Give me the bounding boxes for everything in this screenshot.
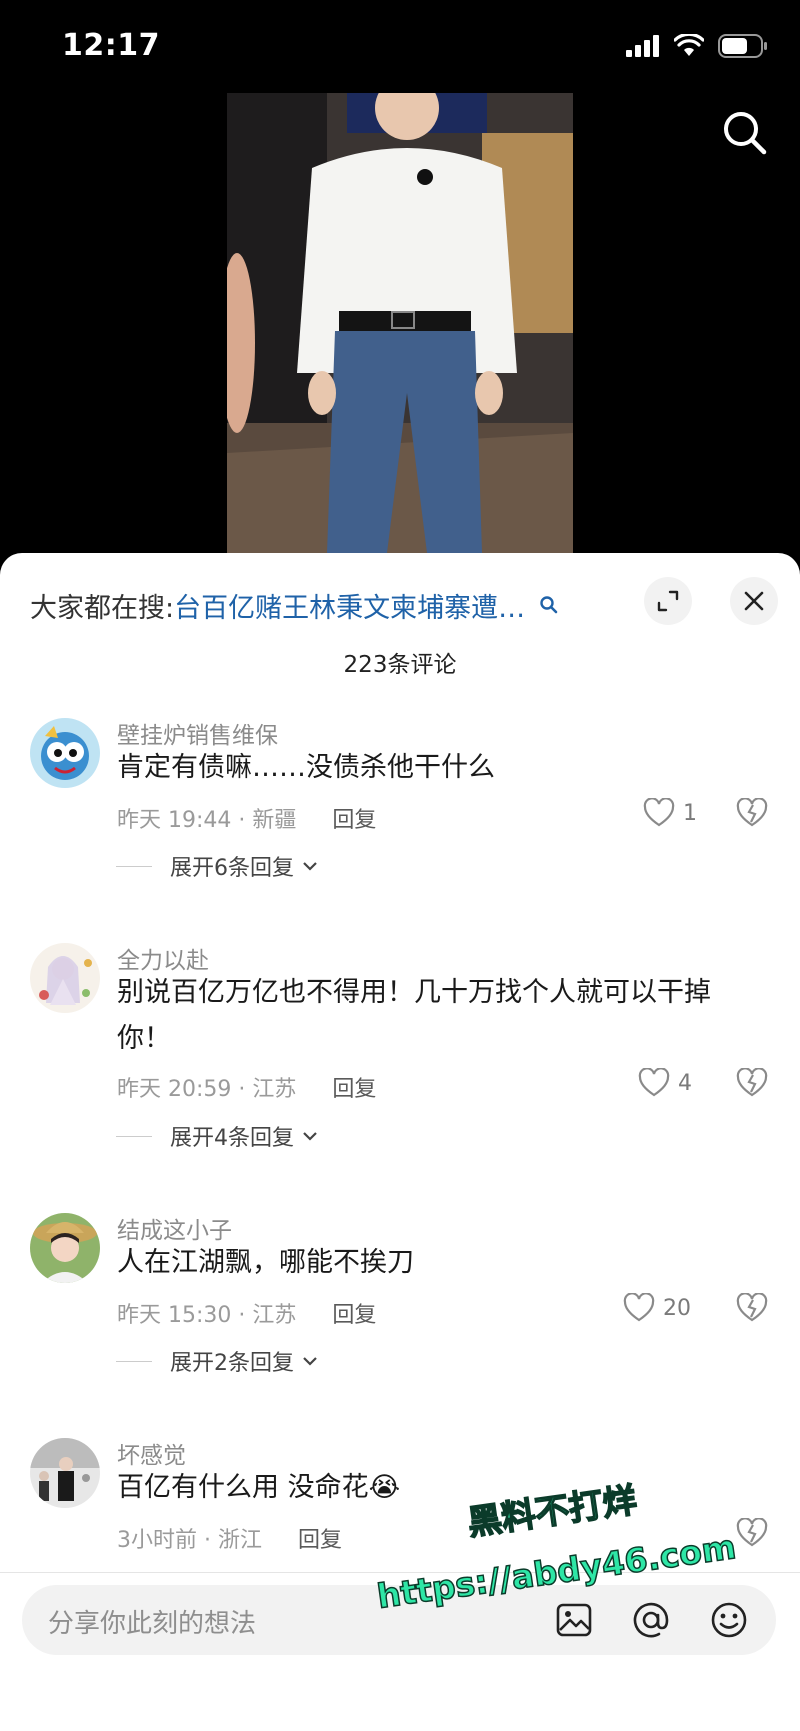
- status-time: 12:17: [62, 28, 160, 63]
- expand-replies-button[interactable]: 展开6条回复: [116, 850, 320, 882]
- divider-line: [116, 1135, 152, 1137]
- comment-meta: 昨天 15:30 · 江苏 回复: [117, 1297, 376, 1329]
- comment-input-placeholder: 分享你此刻的想法: [48, 1609, 257, 1639]
- emoji-icon[interactable]: [710, 1601, 748, 1639]
- divider-line: [116, 1360, 152, 1362]
- divider-line: [116, 865, 152, 867]
- expand-replies-label: 展开4条回复: [170, 1126, 294, 1151]
- comment-input[interactable]: 分享你此刻的想法: [22, 1585, 776, 1655]
- like-count: 20: [663, 1295, 691, 1321]
- close-icon: [744, 591, 764, 611]
- chevron-down-icon: [303, 1132, 317, 1141]
- comment-text: 人在江湖飘，哪能不挨刀: [117, 1247, 414, 1278]
- input-divider: [0, 1572, 800, 1573]
- trending-search[interactable]: 大家都在搜: 台百亿赌王林秉文柬埔寨遭…: [30, 581, 610, 629]
- like-count: 4: [678, 1070, 692, 1096]
- search-button[interactable]: [720, 108, 770, 158]
- video-preview[interactable]: [227, 93, 573, 553]
- expand-replies-button[interactable]: 展开4条回复: [116, 1120, 320, 1152]
- expand-replies-label: 展开2条回复: [170, 1351, 294, 1376]
- comment-meta: 昨天 19:44 · 新疆 回复: [117, 802, 376, 834]
- expand-sheet-button[interactable]: [644, 577, 692, 625]
- like-button[interactable]: 20: [623, 1293, 691, 1323]
- signal-icon: [626, 35, 659, 57]
- reply-button[interactable]: 回复: [332, 802, 376, 834]
- reply-button[interactable]: 回复: [332, 1071, 376, 1103]
- chevron-down-icon: [303, 862, 317, 871]
- video-frame: [227, 93, 573, 553]
- trending-prefix: 大家都在搜:: [30, 592, 175, 624]
- expand-replies-button[interactable]: 展开2条回复: [116, 1345, 320, 1377]
- reply-button[interactable]: 回复: [298, 1522, 342, 1554]
- avatar[interactable]: [30, 1213, 100, 1283]
- comments-sheet: 大家都在搜: 台百亿赌王林秉文柬埔寨遭… 223条评论 壁挂炉销售维保 肯定有债…: [0, 553, 800, 1731]
- battery-icon: [718, 34, 767, 58]
- comments-count: 223条评论: [343, 652, 457, 678]
- comment-time-location: 3小时前 · 浙江: [117, 1528, 262, 1553]
- status-bar: 12:17: [0, 0, 800, 95]
- expand-replies-label: 展开6条回复: [170, 856, 294, 881]
- like-count: 1: [683, 800, 697, 826]
- expand-icon: [657, 590, 679, 612]
- comment-time-location: 昨天 19:44 · 新疆: [117, 808, 297, 833]
- search-icon: [724, 112, 767, 155]
- comment-text: 肯定有债嘛……没债杀他干什么: [117, 752, 495, 783]
- reply-button[interactable]: 回复: [332, 1297, 376, 1329]
- comment-time-location: 昨天 20:59 · 江苏: [117, 1077, 297, 1102]
- heart-icon: [623, 1293, 655, 1322]
- close-button[interactable]: [730, 577, 778, 625]
- dislike-icon[interactable]: [736, 1518, 768, 1548]
- heart-icon: [643, 798, 675, 827]
- comment-meta: 昨天 20:59 · 江苏 回复: [117, 1071, 376, 1103]
- comment-text: 别说百亿万亿也不得用！几十万找个人就可以干掉你！: [117, 977, 711, 1054]
- mention-icon[interactable]: [632, 1601, 670, 1639]
- image-icon[interactable]: [556, 1602, 592, 1638]
- chevron-down-icon: [303, 1357, 317, 1366]
- avatar[interactable]: [30, 943, 100, 1013]
- search-small-icon: [540, 596, 558, 614]
- dislike-icon[interactable]: [736, 1068, 768, 1098]
- wifi-icon: [674, 34, 704, 56]
- comment-time-location: 昨天 15:30 · 江苏: [117, 1303, 297, 1328]
- avatar[interactable]: [30, 718, 100, 788]
- avatar[interactable]: [30, 1438, 100, 1508]
- heart-icon: [638, 1068, 670, 1097]
- status-icons: [626, 34, 768, 58]
- like-button[interactable]: 1: [643, 798, 697, 828]
- comment-meta: 3小时前 · 浙江 回复: [117, 1522, 342, 1554]
- comment-text: 百亿有什么用 没命花😭: [117, 1472, 401, 1503]
- like-button[interactable]: 4: [638, 1068, 692, 1098]
- dislike-icon[interactable]: [736, 798, 768, 828]
- trending-query[interactable]: 台百亿赌王林秉文柬埔寨遭…: [174, 586, 525, 625]
- dislike-icon[interactable]: [736, 1293, 768, 1323]
